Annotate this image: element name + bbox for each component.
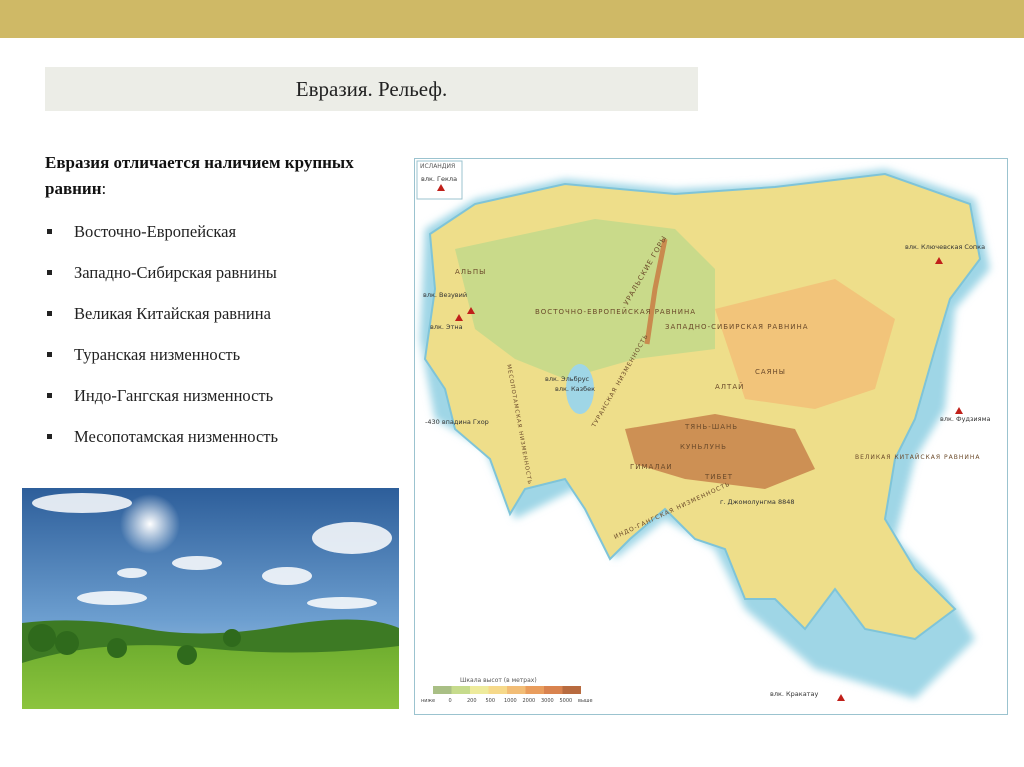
legend-tick: 3000	[541, 698, 554, 704]
label-tianshan: ТЯНЬ-ШАНЬ	[684, 423, 738, 431]
list-item: Западно-Сибирская равнины	[45, 263, 278, 304]
legend-swatch	[451, 686, 470, 694]
list-item: Восточно-Европейская	[45, 222, 278, 263]
bullet-icon	[47, 270, 52, 275]
label-etna: влк. Этна	[430, 323, 463, 331]
legend-swatch	[562, 686, 581, 694]
bullet-icon	[47, 229, 52, 234]
legend-tick: 0	[449, 698, 452, 704]
legend-tick: 2000	[523, 698, 536, 704]
intro-text-body: Евразия отличается наличием крупных равн…	[45, 153, 354, 198]
list-item-text: Индо-Гангская низменность	[74, 386, 274, 405]
list-item: Великая Китайская равнина	[45, 304, 278, 345]
legend-tick: выше	[578, 698, 593, 704]
intro-text: Евразия отличается наличием крупных равн…	[45, 150, 385, 202]
bullet-icon	[47, 352, 52, 357]
legend-tick: 1000	[504, 698, 517, 704]
label-klyuchevskaya: влк. Ключевская Сопка	[905, 243, 985, 251]
list-item-text: Месопотамская низменность	[74, 427, 279, 446]
list-item-text: Западно-Сибирская равнины	[74, 263, 277, 282]
legend-swatch	[470, 686, 489, 694]
eurasia-relief-map: ИСЛАНДИЯ влк. Гекла влк. Везувий влк. Эт…	[414, 158, 1008, 715]
label-east-european: ВОСТОЧНО-ЕВРОПЕЙСКАЯ РАВНИНА	[535, 307, 696, 316]
legend-swatch	[544, 686, 563, 694]
label-vesuvius: влк. Везувий	[423, 291, 467, 299]
list-item: Туранская низменность	[45, 345, 278, 386]
list-item-text: Туранская низменность	[74, 345, 241, 364]
legend-swatch	[507, 686, 526, 694]
label-kazbek: влк. Казбек	[555, 385, 595, 393]
label-tibet: ТИБЕТ	[704, 473, 733, 481]
title-box: Евразия. Рельеф.	[45, 67, 698, 111]
label-great-chinese: ВЕЛИКАЯ КИТАЙСКАЯ РАВНИНА	[855, 454, 980, 461]
plain-landscape-photo	[22, 488, 399, 709]
legend-swatch	[488, 686, 507, 694]
label-krakatau: влк. Кракатау	[770, 690, 818, 698]
legend-swatch	[525, 686, 544, 694]
label-alps: АЛЬПЫ	[455, 268, 486, 276]
label-hekla: влк. Гекла	[421, 175, 457, 183]
label-elbrus: влк. Эльбрус	[545, 375, 590, 383]
legend-tick: 5000	[560, 698, 573, 704]
legend-tick: ниже	[421, 698, 435, 704]
intro-colon: :	[101, 179, 107, 198]
label-ghor: -430 впадина Гхор	[425, 418, 489, 426]
legend-tick: 500	[486, 698, 496, 704]
label-fuji: влк. Фудзияма	[940, 415, 990, 423]
bullet-icon	[47, 311, 52, 316]
label-sayan: САЯНЫ	[755, 368, 786, 376]
list-item: Индо-Гангская низменность	[45, 386, 278, 427]
list-item-text: Восточно-Европейская	[74, 222, 237, 241]
plains-list: Восточно-Европейская Западно-Сибирская р…	[45, 222, 278, 468]
top-banner	[0, 0, 1024, 38]
legend-tick: 200	[467, 698, 477, 704]
label-everest: г. Джомолунгма 8848	[720, 498, 795, 506]
bullet-icon	[47, 393, 52, 398]
inset-label: ИСЛАНДИЯ	[420, 163, 455, 170]
bullet-icon	[47, 434, 52, 439]
legend-title: Шкала высот (в метрах)	[460, 677, 537, 684]
list-item: Месопотамская низменность	[45, 427, 278, 468]
legend-swatch	[433, 686, 452, 694]
label-himalaya: ГИМАЛАИ	[630, 463, 673, 471]
slide-title: Евразия. Рельеф.	[295, 76, 448, 101]
list-item-text: Великая Китайская равнина	[74, 304, 271, 323]
label-kunlun: КУНЬЛУНЬ	[680, 443, 727, 451]
label-altai: АЛТАЙ	[715, 382, 744, 391]
label-west-siberian: ЗАПАДНО-СИБИРСКАЯ РАВНИНА	[665, 323, 809, 331]
